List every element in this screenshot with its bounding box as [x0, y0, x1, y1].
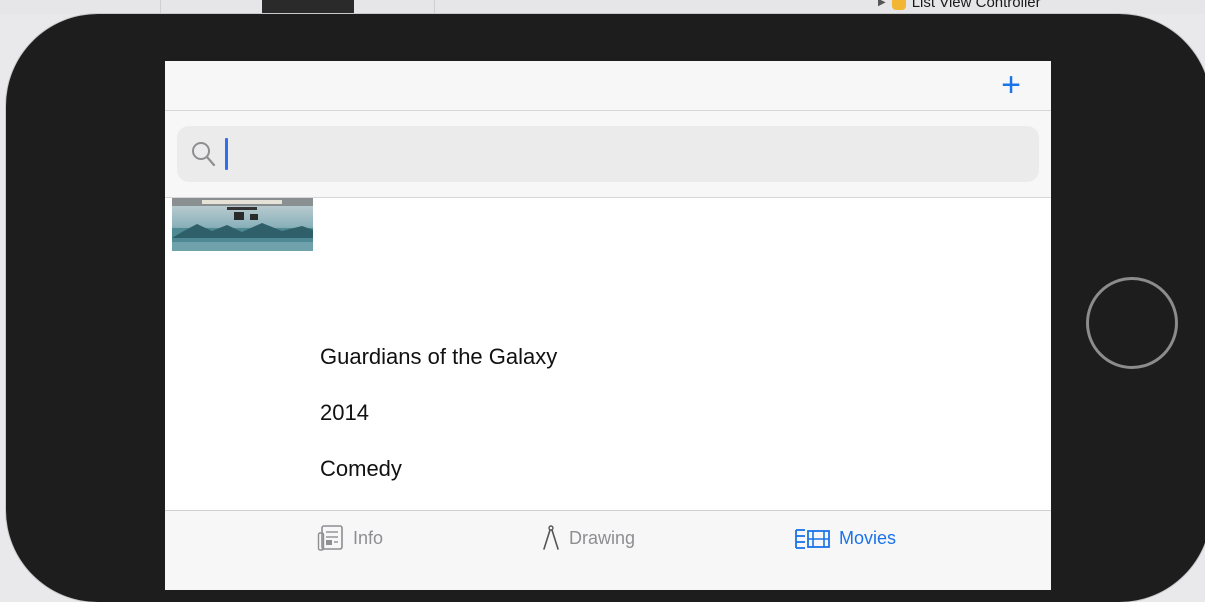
- compass-icon: [543, 525, 559, 550]
- search-input[interactable]: [223, 136, 1003, 172]
- navigation-bar: +: [165, 61, 1051, 111]
- view-controller-icon: [891, 0, 906, 10]
- text-cursor: [225, 138, 228, 170]
- tab-info[interactable]: Info: [317, 523, 383, 553]
- movie-year: 2014: [320, 400, 369, 425]
- movie-list-item[interactable]: Guardians of the Galaxy 2014 Comedy: [165, 198, 1051, 510]
- tab-movies[interactable]: Movies: [795, 523, 896, 553]
- movie-genre: Comedy: [320, 456, 402, 481]
- search-bar-container: [165, 111, 1051, 198]
- movies-list-icon: [795, 529, 830, 549]
- add-button[interactable]: +: [993, 65, 1029, 105]
- background-scene-label: ▶ List View Controller: [878, 0, 1041, 11]
- background-divider: [160, 0, 161, 14]
- scene-label-text: List View Controller: [911, 0, 1041, 11]
- app-screen: + Guardians of the Galaxy 2014 Comedy In…: [165, 61, 1051, 590]
- tab-info-label: Info: [353, 527, 384, 548]
- home-button[interactable]: [1086, 277, 1178, 369]
- background-divider: [434, 0, 435, 14]
- disclosure-triangle-icon: ▶: [878, 0, 886, 8]
- search-field[interactable]: [177, 126, 1039, 182]
- tab-drawing[interactable]: Drawing: [541, 523, 635, 553]
- movie-title: Guardians of the Galaxy: [320, 344, 558, 369]
- movie-poster-image: [172, 198, 313, 251]
- tab-drawing-label: Drawing: [569, 527, 636, 548]
- tab-bar: Info Drawing Movies: [165, 510, 1051, 590]
- tab-movies-label: Movies: [839, 527, 897, 548]
- info-doc-icon: [317, 525, 343, 551]
- search-icon: [192, 142, 216, 167]
